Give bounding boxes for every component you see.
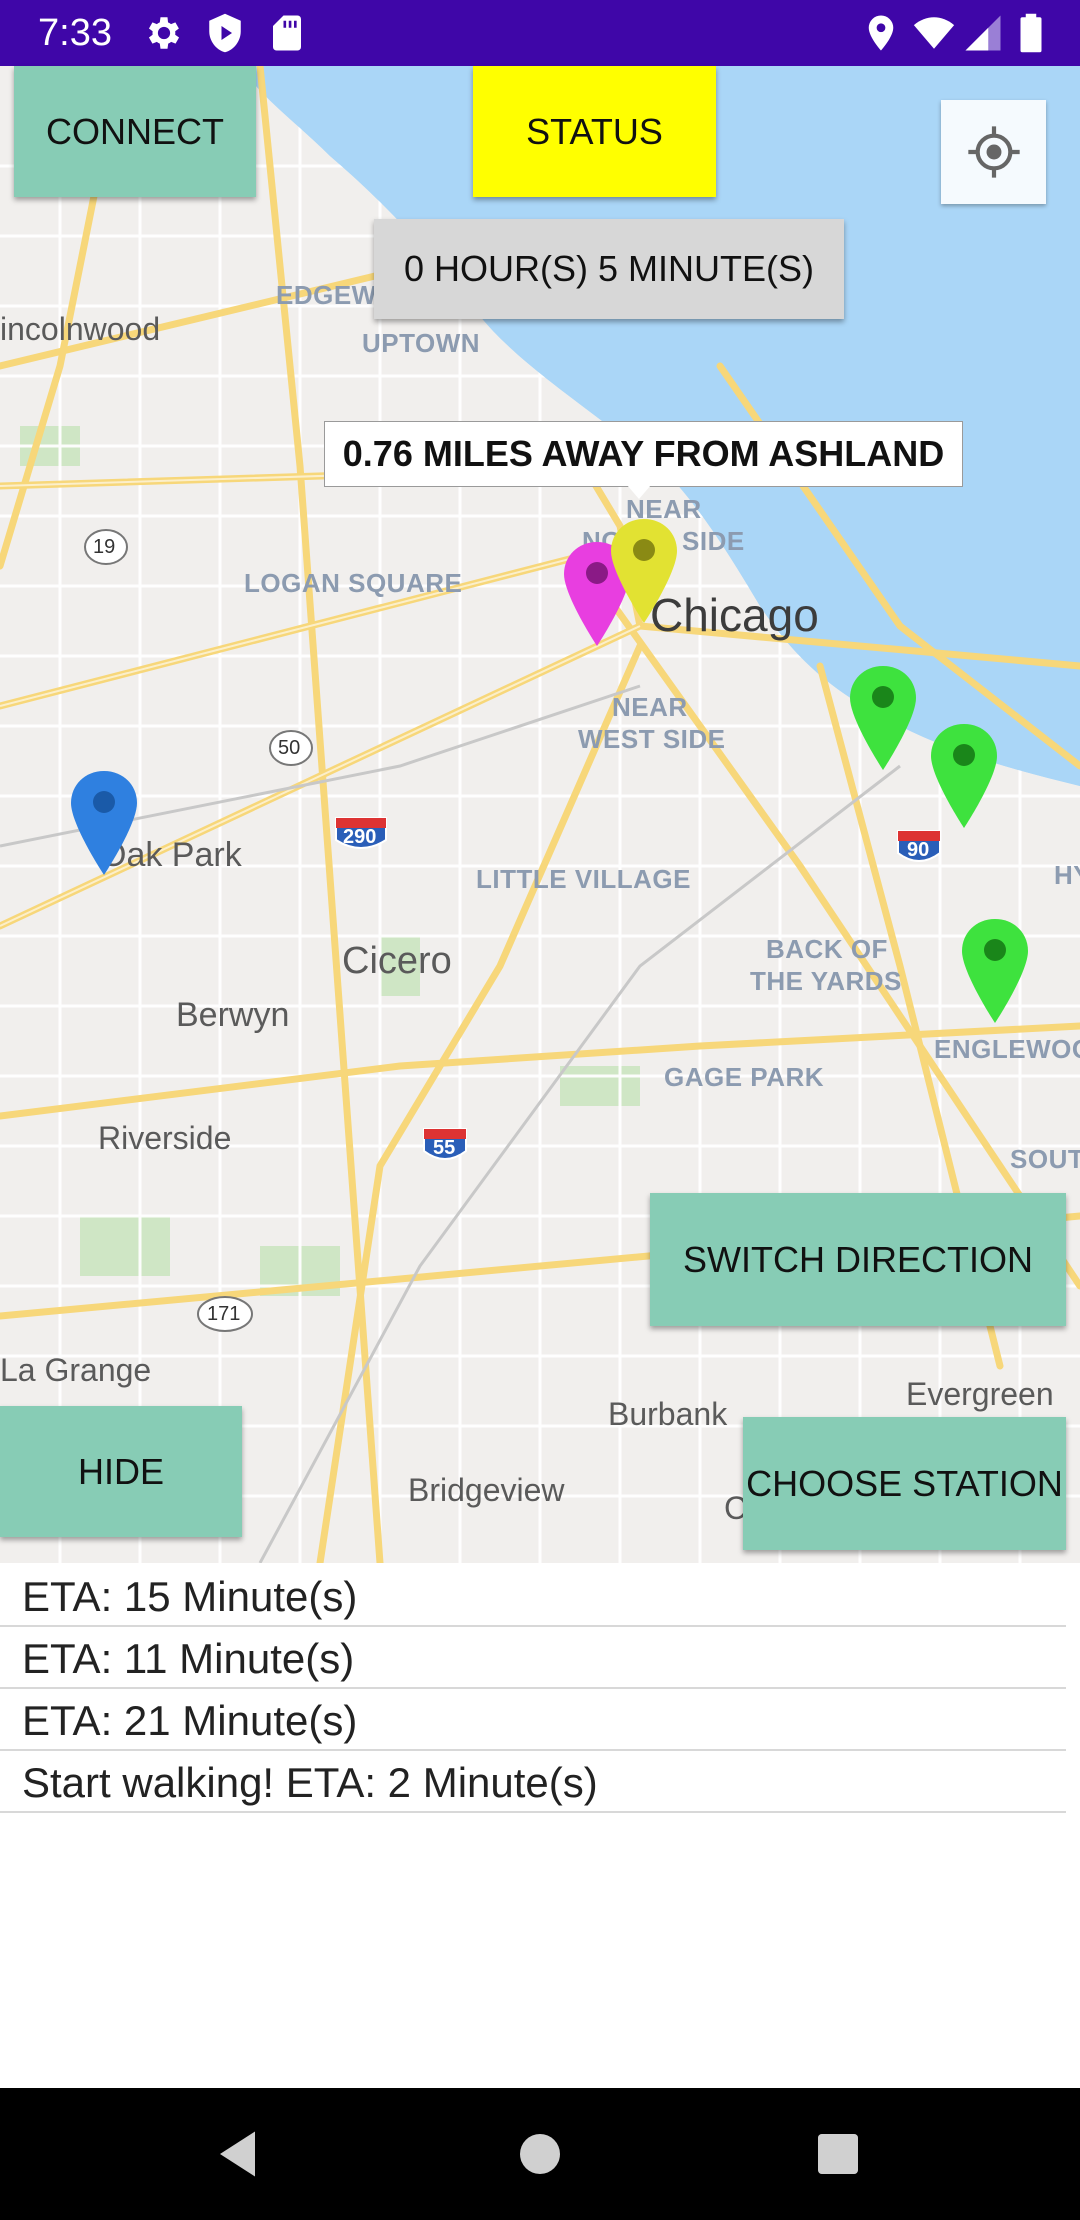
- choose-station-button[interactable]: CHOOSE STATION: [743, 1417, 1066, 1550]
- eta-text: ETA: 21 Minute(s): [22, 1697, 358, 1744]
- status-time: 7:33: [38, 12, 112, 54]
- map-label-back-of-yards-2: THE YARDS: [750, 966, 902, 996]
- marker-info-window: 0.76 MILES AWAY FROM ASHLAND: [324, 421, 963, 487]
- recents-icon[interactable]: [808, 2124, 868, 2184]
- map-label-la-grange: La Grange: [0, 1352, 152, 1388]
- map-label-cicero: Cicero: [342, 940, 452, 982]
- timer-button[interactable]: 0 HOUR(S) 5 MINUTE(S): [374, 219, 844, 319]
- map-label-near-west-2: WEST SIDE: [578, 724, 726, 754]
- list-item[interactable]: ETA: 15 Minute(s): [0, 1563, 1066, 1627]
- map-label-evergreen: Evergreen: [906, 1376, 1054, 1412]
- map-label-gage-park: GAGE PARK: [664, 1062, 825, 1092]
- status-button[interactable]: STATUS: [473, 66, 716, 197]
- map-label-hy: HY: [1054, 860, 1080, 890]
- map-label-near-north-3: SIDE: [682, 526, 745, 556]
- map-label-riverside: Riverside: [98, 1120, 232, 1156]
- connect-button[interactable]: CONNECT: [14, 66, 256, 197]
- hide-button[interactable]: HIDE: [0, 1406, 242, 1537]
- eta-text: ETA: 15 Minute(s): [22, 1573, 358, 1620]
- eta-text: Start walking! ETA: 2 Minute(s): [22, 1759, 598, 1806]
- map-label-berwyn: Berwyn: [176, 996, 290, 1034]
- map-label-bridgeview: Bridgeview: [408, 1472, 565, 1508]
- map-label-lincolnwood: incolnwood: [0, 311, 161, 347]
- navigation-bar: [0, 2088, 1080, 2220]
- station-marker-green-2[interactable]: [929, 722, 999, 832]
- shield-55: 55: [433, 1137, 456, 1159]
- user-location-marker[interactable]: [69, 769, 139, 879]
- home-icon[interactable]: [510, 2124, 570, 2184]
- list-item[interactable]: ETA: 21 Minute(s): [0, 1687, 1066, 1751]
- shield-play-icon: [204, 12, 246, 54]
- shield-19: 19: [93, 536, 116, 558]
- map-label-burbank: Burbank: [608, 1396, 728, 1432]
- map-label-uptown: UPTOWN: [362, 328, 481, 358]
- eta-text: ETA: 11 Minute(s): [22, 1635, 355, 1682]
- map-label-south: SOUT: [1010, 1144, 1080, 1174]
- station-marker-green-3[interactable]: [960, 917, 1030, 1027]
- switch-direction-button[interactable]: SWITCH DIRECTION: [650, 1193, 1066, 1326]
- map-label-near-west-1: NEAR: [612, 692, 688, 722]
- shield-290: 290: [343, 826, 377, 848]
- shield-171: 171: [207, 1303, 241, 1325]
- list-item[interactable]: Start walking! ETA: 2 Minute(s): [0, 1749, 1066, 1813]
- gear-icon: [143, 12, 185, 54]
- my-location-button[interactable]: [941, 100, 1046, 204]
- cellular-icon: [962, 12, 1004, 54]
- map-label-logan-square: LOGAN SQUARE: [244, 568, 463, 598]
- status-bar: 7:33: [0, 0, 1080, 66]
- battery-icon: [1010, 12, 1052, 54]
- shield-50: 50: [278, 737, 301, 759]
- map-label-little-village: LITTLE VILLAGE: [476, 864, 691, 894]
- my-location-icon: [967, 126, 1020, 178]
- sd-card-icon: [266, 12, 308, 54]
- wifi-icon: [913, 12, 955, 54]
- eta-list: ETA: 15 Minute(s) ETA: 11 Minute(s) ETA:…: [0, 1563, 1080, 2088]
- map-label-englewood: ENGLEWOO: [934, 1034, 1080, 1064]
- location-icon: [860, 12, 902, 54]
- info-window-tail: [627, 485, 651, 499]
- map-label-back-of-yards-1: BACK OF: [766, 934, 888, 964]
- back-icon[interactable]: [210, 2124, 270, 2184]
- list-item[interactable]: ETA: 11 Minute(s): [0, 1625, 1066, 1689]
- station-marker-green-1[interactable]: [848, 664, 918, 774]
- shield-90: 90: [907, 839, 930, 861]
- station-marker-yellow[interactable]: [609, 517, 679, 627]
